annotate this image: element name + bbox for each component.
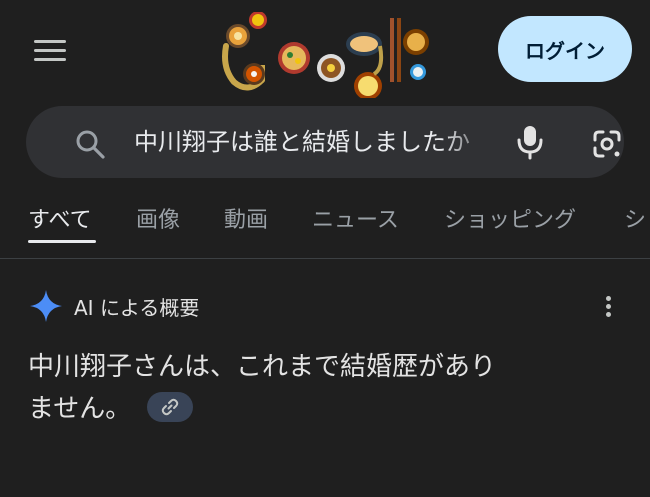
search-input[interactable]: 中川翔子は誰と結婚しましたか xyxy=(134,106,496,178)
menu-button[interactable] xyxy=(34,40,66,62)
active-tab-indicator xyxy=(28,240,96,243)
more-vert-icon[interactable] xyxy=(598,294,618,320)
tab-shopping[interactable]: ショッピング xyxy=(444,202,576,234)
ai-overview-answer: 中川翔子さんは、これまで結婚歴があり ません。 xyxy=(28,346,618,430)
microphone-icon[interactable] xyxy=(516,124,544,160)
login-button[interactable]: ログイン xyxy=(498,16,632,82)
google-lens-icon[interactable] xyxy=(591,128,623,160)
ai-overview-title: AI による概要 xyxy=(74,295,200,320)
gemini-sparkle-icon xyxy=(30,290,62,322)
answer-line-2: ません。 xyxy=(28,394,132,424)
tab-all[interactable]: すべて xyxy=(28,202,92,234)
tab-images[interactable]: 画像 xyxy=(136,202,180,234)
ai-overview-header: AI による概要 xyxy=(28,286,199,326)
answer-line-1: 中川翔子さんは、これまで結婚歴があり xyxy=(28,352,497,382)
source-link-button[interactable] xyxy=(147,391,194,422)
tab-news[interactable]: ニュース xyxy=(312,202,399,234)
divider xyxy=(0,258,650,259)
google-noodle-doodle-logo[interactable] xyxy=(218,12,432,98)
search-bar[interactable]: 中川翔子は誰と結婚しましたか xyxy=(26,106,624,178)
answer-line-2-wrap: ません。 xyxy=(28,388,618,430)
search-icon[interactable] xyxy=(74,128,106,160)
search-tabs: すべて 画像 動画 ニュース ショッピング ショ xyxy=(0,190,650,254)
hamburger-menu-icon xyxy=(34,40,66,43)
tab-videos[interactable]: 動画 xyxy=(224,202,268,234)
link-icon xyxy=(161,398,179,415)
tab-shorts[interactable]: ショ xyxy=(624,202,650,234)
